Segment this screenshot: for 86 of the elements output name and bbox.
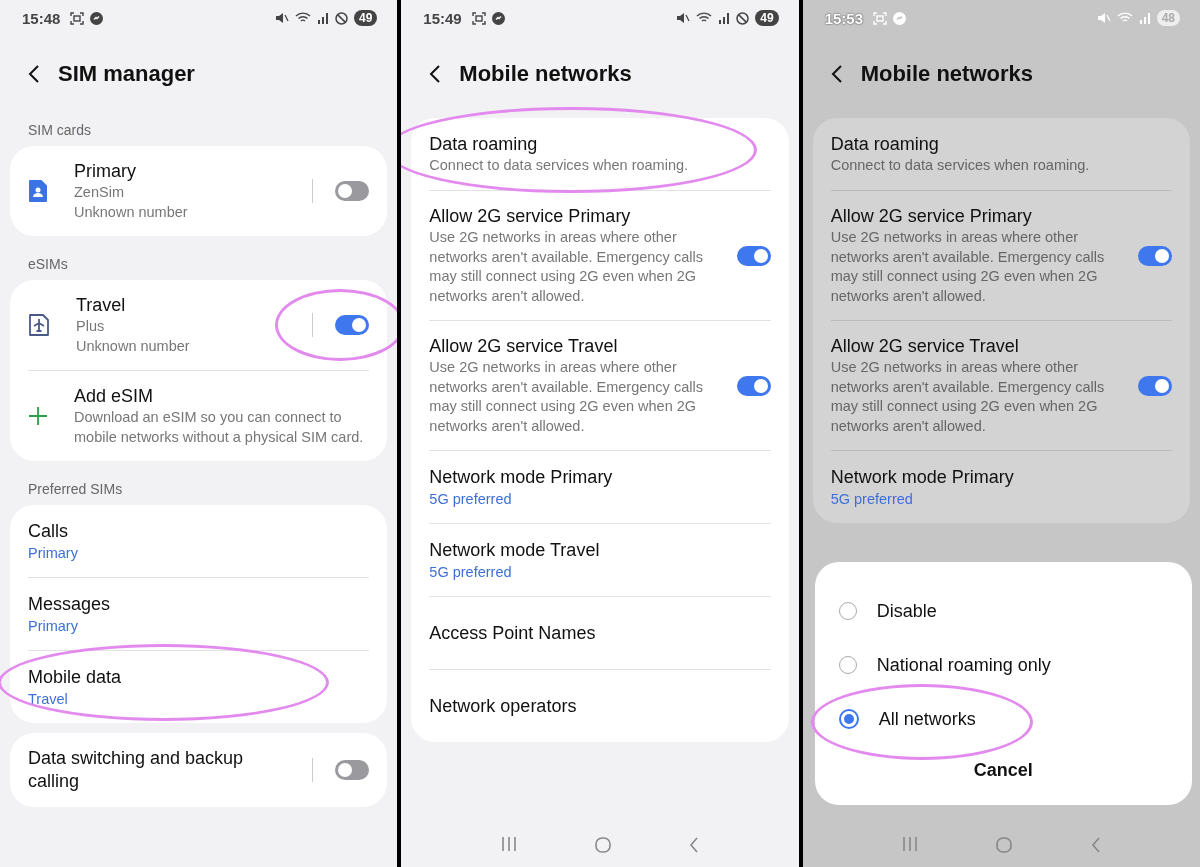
app-icon [491,11,505,25]
item-title: Allow 2G service Primary [429,205,632,228]
item-description: Connect to data services when roaming. [429,155,690,175]
back-icon[interactable] [830,64,843,84]
recent-apps-icon[interactable] [500,837,517,851]
item-value: Primary [28,543,79,563]
item-detail: Plus [76,317,106,336]
item-title: Data roaming [830,132,940,156]
option-label[interactable]: National roaming only [876,654,1051,676]
toggle-switch[interactable] [335,760,370,780]
recent-apps-icon[interactable] [901,837,918,851]
toggle-switch[interactable] [1138,375,1172,396]
app-icon [893,11,907,25]
item-description: Use 2G networks in areas where other networks aren't available. Emergency calls may still connect using 2G even when 2G networks aren't allowed. [830,358,1106,436]
option-label[interactable]: All networks [878,708,976,730]
screenshot-icon [873,11,888,25]
plus-icon [28,406,48,426]
screenshot-icon [471,11,486,25]
section-header: SIM cards [27,121,92,140]
item-value: Travel [28,689,69,709]
app-icon [90,11,104,25]
item-value: 5G preferred [429,489,513,509]
status-time: 15:48 [22,9,61,27]
screen-title: Mobile networks [860,61,1033,87]
signal-icon [1138,12,1151,24]
item-title: Add eSIM [74,385,155,408]
airplane-icon [28,313,50,337]
item-description: Download an eSIM so you can connect to mobile networks without a physical SIM card. [74,408,365,447]
sim-card-icon [28,179,48,203]
item-detail: ZenSim [74,183,125,202]
status-time: 15:53 [824,9,864,27]
wifi-icon [1116,12,1133,24]
item-title: Allow 2G service Primary [830,205,1033,228]
home-icon[interactable] [996,837,1013,853]
item-title: Network operators [429,694,578,718]
signal-icon [718,12,731,24]
mute-icon [274,12,289,24]
do-not-disturb-icon [736,11,750,25]
wifi-icon [294,12,311,24]
item-title: Data roaming [429,132,539,156]
cancel-button[interactable]: Cancel [957,754,1049,787]
item-title: Network mode Primary [429,465,614,489]
item-title: Messages [28,592,112,616]
item-title: Mobile data [28,665,123,689]
item-title: Data switching and backup calling [28,747,245,793]
item-title: Primary [74,160,137,183]
toggle-switch[interactable] [335,181,370,201]
section-header: eSIMs [27,255,69,274]
item-value: 5G preferred [830,489,914,509]
radio-button[interactable] [838,709,859,729]
item-title: Network mode Travel [429,538,601,562]
status-time: 15:49 [423,9,462,27]
signal-icon [316,12,329,24]
item-description: Use 2G networks in areas where other networks aren't available. Emergency calls may still connect using 2G even when 2G networks aren't allowed. [429,228,704,306]
item-title: Network mode Primary [830,465,1015,489]
item-detail: Unknown number [76,336,191,356]
battery-level: 48 [1156,10,1180,26]
item-title: Access Point Names [429,621,597,645]
option-label[interactable]: Disable [876,600,937,622]
item-detail: Unknown number [74,202,189,222]
wifi-icon [696,12,713,24]
mute-icon [1096,12,1111,24]
toggle-switch[interactable] [335,315,370,335]
toggle-switch[interactable] [736,375,771,396]
item-description: Use 2G networks in areas where other networks aren't available. Emergency calls may still connect using 2G even when 2G networks aren't allowed. [830,228,1106,306]
back-icon[interactable] [429,64,442,84]
screen-title: SIM manager [58,61,195,87]
do-not-disturb-icon [334,11,348,25]
screen-title: Mobile networks [459,61,632,87]
item-title: Allow 2G service Travel [429,335,619,358]
back-icon[interactable] [28,64,40,84]
battery-level: 49 [353,10,378,26]
item-title: Travel [76,294,127,317]
item-description: Use 2G networks in areas where other networks aren't available. Emergency calls may still connect using 2G even when 2G networks aren't allowed. [429,358,704,436]
item-title: Calls [28,519,69,543]
battery-level: 49 [755,10,779,26]
item-value: 5G preferred [429,562,513,582]
item-description: Connect to data services when roaming. [830,155,1091,175]
home-icon[interactable] [595,837,611,853]
toggle-switch[interactable] [1138,245,1172,266]
mute-icon [676,12,691,24]
screenshot-icon [70,11,85,25]
section-header: Preferred SIMs [27,480,124,499]
item-title: Allow 2G service Travel [830,335,1020,358]
toggle-switch[interactable] [736,245,771,266]
item-value: Primary [28,616,79,636]
